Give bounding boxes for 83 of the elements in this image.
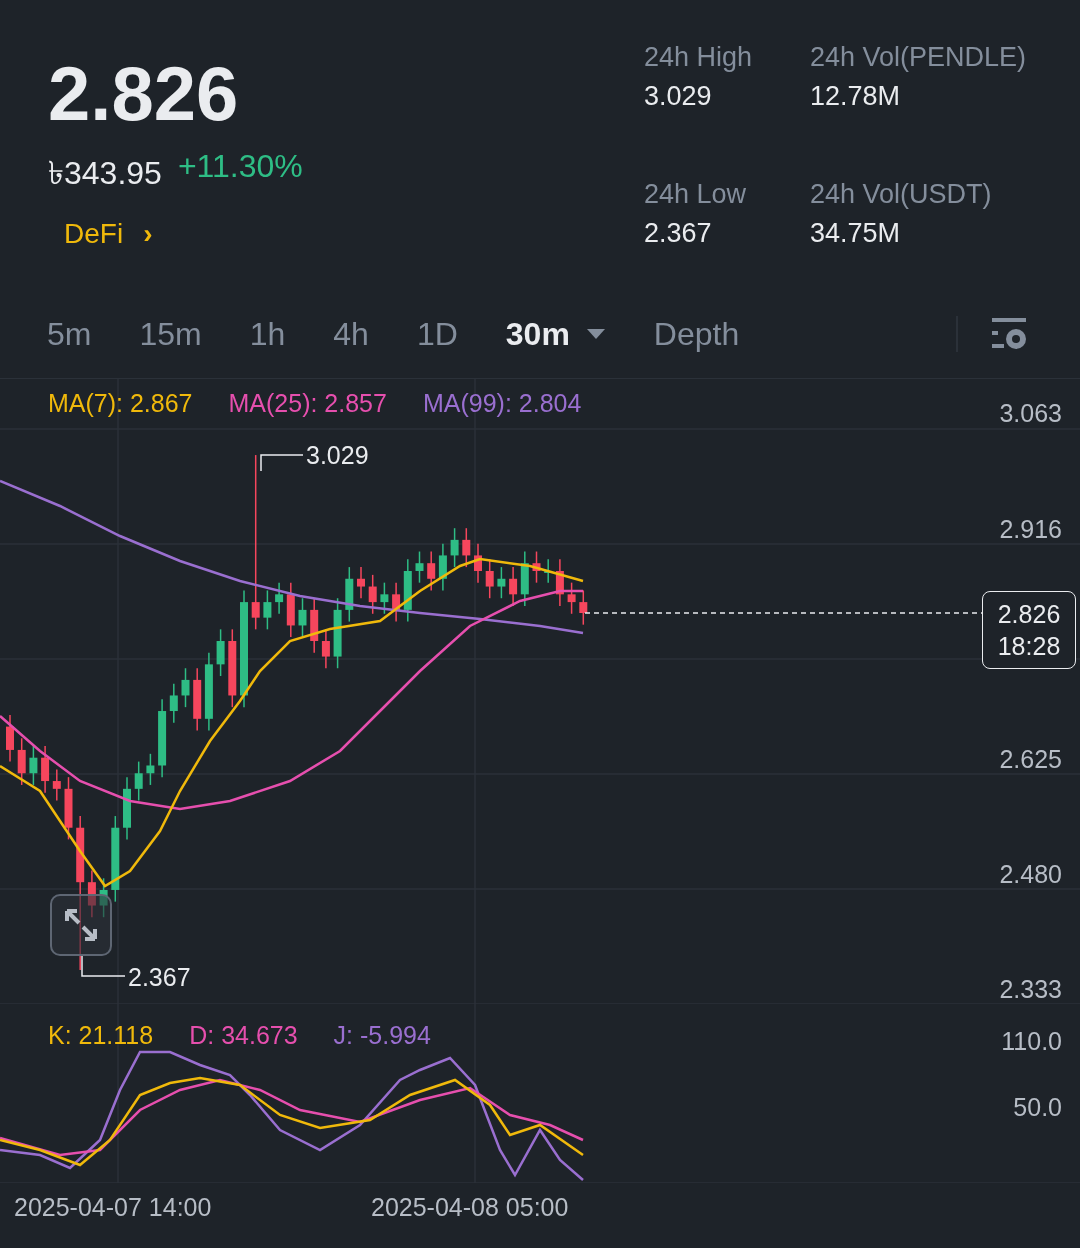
- candlestick: [310, 597, 319, 654]
- candlestick: [41, 745, 50, 794]
- stat-label: 24h High: [644, 42, 754, 73]
- stat-label: 24h Vol(PENDLE): [810, 42, 1028, 73]
- candlestick: [368, 574, 377, 615]
- indicator-axis-label: 110.0: [1001, 1027, 1062, 1055]
- time-axis-label: 2025-04-07 14:00: [14, 1193, 212, 1222]
- stat-value: 2.367: [644, 218, 713, 249]
- candlestick: [555, 558, 564, 607]
- candlestick: [462, 527, 471, 568]
- leader-line: [81, 955, 126, 977]
- low-marker-label: 2.367: [128, 963, 191, 991]
- kdj-legend-value: K: 21.118: [48, 1021, 154, 1050]
- candlestick: [146, 753, 155, 786]
- candlestick: [427, 550, 436, 592]
- candlestick: [450, 527, 459, 568]
- chart-settings-icon[interactable]: [992, 316, 1028, 352]
- candlestick: [216, 628, 225, 677]
- price-axis-label: 3.063: [999, 399, 1062, 427]
- candlestick: [52, 768, 61, 802]
- candlestick: [29, 745, 38, 786]
- interval-tab[interactable]: 15m: [120, 309, 221, 359]
- price-axis-label: 2.480: [999, 860, 1062, 888]
- candlestick: [17, 737, 26, 786]
- candlestick: [181, 667, 190, 708]
- stat-label: 24h Low: [644, 179, 748, 210]
- candlestick: [520, 550, 529, 607]
- interval-dropdown[interactable]: 30m: [486, 309, 625, 359]
- stat-value: 3.029: [644, 81, 713, 112]
- candlestick: [333, 597, 342, 669]
- stat-value: 12.78M: [810, 81, 902, 112]
- ma-legend-value: MA(7): 2.867: [48, 389, 193, 418]
- leader-line: [260, 454, 304, 472]
- candlestick: [392, 581, 401, 623]
- interval-tab[interactable]: 4h: [314, 309, 388, 359]
- kdj-legend-value: J: -5.994: [333, 1021, 431, 1050]
- ma-legend-value: MA(99): 2.804: [422, 389, 582, 418]
- candlestick: [380, 581, 389, 615]
- candlestick: [6, 714, 14, 763]
- candlestick: [64, 776, 73, 841]
- last-price: 2.826: [48, 52, 240, 136]
- stat-value: 34.75M: [810, 218, 902, 249]
- candlestick: [123, 776, 131, 841]
- category-link[interactable]: DeFi ›: [64, 218, 153, 250]
- candlestick: [286, 581, 295, 638]
- candlestick: [567, 581, 576, 615]
- candlestick: [474, 543, 482, 584]
- time-axis-label: 2025-04-08 05:00: [371, 1193, 569, 1222]
- ma-legend-value: MA(25): 2.857: [228, 389, 387, 418]
- candlestick: [87, 869, 96, 918]
- candlestick: [169, 683, 178, 724]
- interval-tab[interactable]: 1h: [230, 309, 305, 359]
- local-currency-price: ৳343.95: [48, 154, 162, 193]
- high-marker-label: 3.029: [306, 441, 369, 469]
- candlestick: [321, 628, 330, 669]
- indicator-axis-label: 50.0: [1013, 1093, 1062, 1121]
- interval-tab[interactable]: 5m: [28, 309, 111, 359]
- fullscreen-button[interactable]: [50, 894, 112, 956]
- price-axis-label: 2.625: [999, 745, 1062, 773]
- candlestick: [193, 667, 202, 732]
- candlestick: [345, 566, 354, 623]
- caret-icon: [585, 328, 606, 340]
- candlestick: [532, 550, 541, 584]
- candle-countdown: 18:28: [997, 631, 1061, 662]
- kdj-legend-value: D: 34.673: [189, 1021, 298, 1050]
- candlestick: [99, 877, 108, 918]
- price-axis-label: 2.916: [999, 515, 1062, 543]
- interval-tab[interactable]: Depth: [634, 309, 759, 359]
- candlestick: [415, 550, 424, 584]
- stat-label: 24h Vol(USDT): [810, 179, 993, 210]
- candlestick: [275, 581, 284, 615]
- candlestick: [134, 760, 143, 802]
- candlestick: [497, 566, 506, 599]
- candlestick: [298, 597, 307, 638]
- candlestick: [263, 589, 272, 631]
- candlestick: [438, 543, 447, 592]
- candlestick: [579, 589, 588, 626]
- price-axis-label: 2.333: [999, 975, 1062, 1003]
- candlestick: [403, 558, 412, 623]
- price-tag-value: 2.826: [997, 599, 1061, 630]
- interval-tab[interactable]: 1D: [397, 309, 477, 359]
- price-change: +11.30%: [177, 148, 303, 186]
- candlestick: [357, 566, 365, 599]
